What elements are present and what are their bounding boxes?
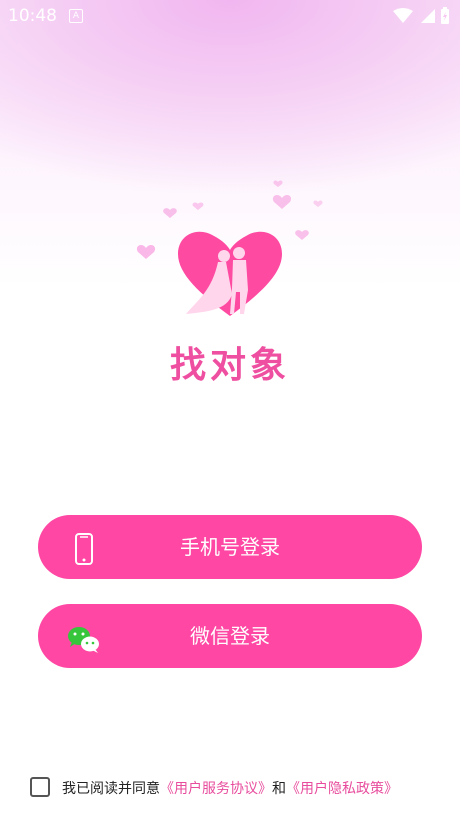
battery-icon	[441, 7, 449, 24]
phone-login-button[interactable]: 手机号登录	[38, 515, 422, 579]
status-icons	[393, 6, 450, 26]
agreement-row: 我已阅读并同意《用户服务协议》和《用户隐私政策》	[30, 776, 450, 802]
wifi-icon	[393, 8, 414, 23]
phone-icon	[64, 529, 104, 565]
agreement-checkbox[interactable]	[30, 777, 50, 797]
heart-icon	[178, 231, 282, 316]
signal-icon	[420, 9, 435, 23]
floating-hearts	[136, 180, 323, 259]
notification-icon: A	[69, 9, 83, 23]
status-time: 10:48	[8, 6, 57, 26]
agreement-conjunction: 和	[272, 781, 286, 797]
app-name: 找对象	[169, 345, 290, 386]
wechat-login-label: 微信登录	[190, 624, 270, 648]
wechat-icon	[64, 618, 104, 654]
agreement-text: 我已阅读并同意《用户服务协议》和《用户隐私政策》	[62, 776, 398, 802]
status-bar: 10:48 A	[0, 0, 460, 32]
agreement-prefix: 我已阅读并同意	[62, 781, 160, 797]
phone-login-label: 手机号登录	[180, 535, 280, 559]
privacy-policy-link[interactable]: 《用户隐私政策》	[286, 781, 398, 797]
service-agreement-link[interactable]: 《用户服务协议》	[160, 781, 272, 797]
wechat-login-button[interactable]: 微信登录	[38, 604, 422, 668]
